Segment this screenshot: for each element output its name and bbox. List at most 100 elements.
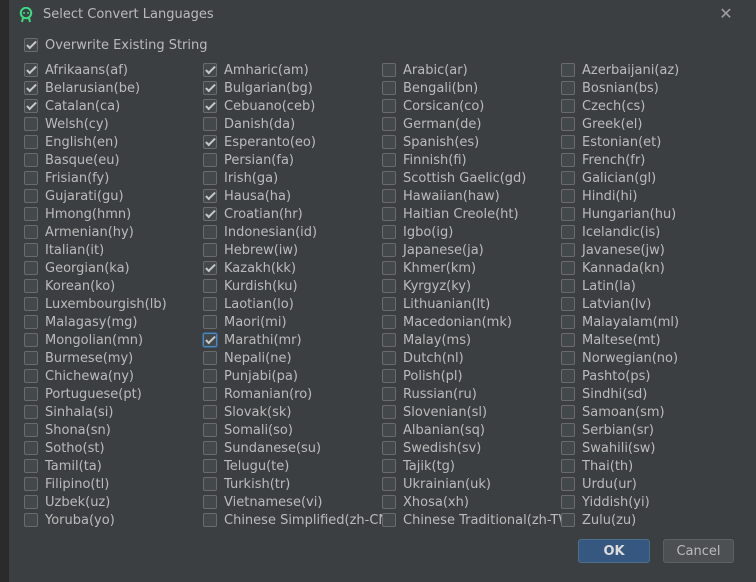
checkbox-box[interactable] [24,207,38,221]
checkbox-box[interactable] [203,441,217,455]
language-checkbox-bulgarian-bg[interactable]: Bulgarian(bg) [203,79,313,97]
checkbox-box[interactable] [561,117,575,131]
language-checkbox-hungarian-hu[interactable]: Hungarian(hu) [561,205,676,223]
language-checkbox-latvian-lv[interactable]: Latvian(lv) [561,295,651,313]
checkbox-box[interactable] [382,315,396,329]
language-checkbox-catalan-ca[interactable]: Catalan(ca) [24,97,120,115]
overwrite-existing-checkbox[interactable]: Overwrite Existing String [24,36,208,54]
checkbox-box[interactable] [561,63,575,77]
checkbox-box[interactable] [203,387,217,401]
checkbox-box[interactable] [382,333,396,347]
language-checkbox-portuguese-pt[interactable]: Portuguese(pt) [24,385,142,403]
checkbox-box[interactable] [24,315,38,329]
language-checkbox-latin-la[interactable]: Latin(la) [561,277,636,295]
checkbox-box[interactable] [561,243,575,257]
checkbox-box[interactable] [561,333,575,347]
checkbox-box[interactable] [561,207,575,221]
language-checkbox-malay-ms[interactable]: Malay(ms) [382,331,471,349]
language-checkbox-english-en[interactable]: English(en) [24,133,118,151]
checkbox-box[interactable] [203,171,217,185]
language-checkbox-maltese-mt[interactable]: Maltese(mt) [561,331,661,349]
ok-button[interactable]: OK [578,539,650,563]
language-checkbox-sindhi-sd[interactable]: Sindhi(sd) [561,385,647,403]
language-checkbox-azerbaijani-az[interactable]: Azerbaijani(az) [561,61,679,79]
language-checkbox-chinese-simplified-zh-cn[interactable]: Chinese Simplified(zh-CN) [203,511,393,529]
language-checkbox-amharic-am[interactable]: Amharic(am) [203,61,309,79]
language-checkbox-kyrgyz-ky[interactable]: Kyrgyz(ky) [382,277,471,295]
checkbox-box[interactable] [24,63,38,77]
language-checkbox-sotho-st[interactable]: Sotho(st) [24,439,105,457]
checkbox-box[interactable] [24,477,38,491]
language-checkbox-esperanto-eo[interactable]: Esperanto(eo) [203,133,316,151]
checkbox-box[interactable] [561,441,575,455]
language-checkbox-kurdish-ku[interactable]: Kurdish(ku) [203,277,298,295]
checkbox-box[interactable] [24,261,38,275]
checkbox-box[interactable] [382,207,396,221]
language-checkbox-tajik-tg[interactable]: Tajik(tg) [382,457,455,475]
checkbox-box[interactable] [561,81,575,95]
checkbox-box[interactable] [561,225,575,239]
checkbox-box[interactable] [382,63,396,77]
checkbox-box[interactable] [203,495,217,509]
language-checkbox-czech-cs[interactable]: Czech(cs) [561,97,645,115]
checkbox-box[interactable] [561,405,575,419]
checkbox-box[interactable] [24,243,38,257]
cancel-button[interactable]: Cancel [663,539,734,563]
language-checkbox-ukrainian-uk[interactable]: Ukrainian(uk) [382,475,491,493]
language-checkbox-lithuanian-lt[interactable]: Lithuanian(lt) [382,295,490,313]
language-checkbox-norwegian-no[interactable]: Norwegian(no) [561,349,678,367]
language-checkbox-kannada-kn[interactable]: Kannada(kn) [561,259,665,277]
checkbox-box[interactable] [561,495,575,509]
checkbox-box[interactable] [24,135,38,149]
checkbox-box[interactable] [203,99,217,113]
checkbox-box[interactable] [24,225,38,239]
language-checkbox-vietnamese-vi[interactable]: Vietnamese(vi) [203,493,322,511]
checkbox-box[interactable] [561,387,575,401]
checkbox-box[interactable] [203,477,217,491]
language-checkbox-mongolian-mn[interactable]: Mongolian(mn) [24,331,143,349]
checkbox-box[interactable] [382,495,396,509]
checkbox-box[interactable] [24,423,38,437]
language-checkbox-macedonian-mk[interactable]: Macedonian(mk) [382,313,512,331]
language-checkbox-nepali-ne[interactable]: Nepali(ne) [203,349,292,367]
language-checkbox-hausa-ha[interactable]: Hausa(ha) [203,187,291,205]
language-checkbox-italian-it[interactable]: Italian(it) [24,241,104,259]
checkbox-box[interactable] [203,459,217,473]
language-checkbox-somali-so[interactable]: Somali(so) [203,421,293,439]
checkbox-box[interactable] [382,225,396,239]
language-checkbox-yiddish-yi[interactable]: Yiddish(yi) [561,493,650,511]
language-checkbox-hawaiian-haw[interactable]: Hawaiian(haw) [382,187,500,205]
checkbox-box[interactable] [24,279,38,293]
language-checkbox-uzbek-uz[interactable]: Uzbek(uz) [24,493,110,511]
language-checkbox-albanian-sq[interactable]: Albanian(sq) [382,421,485,439]
checkbox-box[interactable] [203,261,217,275]
language-checkbox-serbian-sr[interactable]: Serbian(sr) [561,421,654,439]
language-checkbox-shona-sn[interactable]: Shona(sn) [24,421,111,439]
checkbox-box[interactable] [203,189,217,203]
language-checkbox-persian-fa[interactable]: Persian(fa) [203,151,294,169]
language-checkbox-indonesian-id[interactable]: Indonesian(id) [203,223,317,241]
language-checkbox-korean-ko[interactable]: Korean(ko) [24,277,115,295]
checkbox-box[interactable] [203,279,217,293]
checkbox-box[interactable] [382,189,396,203]
language-checkbox-german-de[interactable]: German(de) [382,115,481,133]
language-checkbox-hindi-hi[interactable]: Hindi(hi) [561,187,638,205]
language-checkbox-maori-mi[interactable]: Maori(mi) [203,313,287,331]
language-checkbox-samoan-sm[interactable]: Samoan(sm) [561,403,665,421]
checkbox-box[interactable] [561,423,575,437]
checkbox-box[interactable] [203,351,217,365]
checkbox-box[interactable] [203,81,217,95]
language-checkbox-hebrew-iw[interactable]: Hebrew(iw) [203,241,298,259]
checkbox-box[interactable] [382,279,396,293]
checkbox-box[interactable] [561,99,575,113]
checkbox-box[interactable] [203,315,217,329]
language-checkbox-urdu-ur[interactable]: Urdu(ur) [561,475,637,493]
checkbox-box[interactable] [382,477,396,491]
checkbox-box[interactable] [561,477,575,491]
checkbox-box[interactable] [24,387,38,401]
checkbox-box[interactable] [382,351,396,365]
checkbox-box[interactable] [203,63,217,77]
language-checkbox-telugu-te[interactable]: Telugu(te) [203,457,289,475]
language-checkbox-marathi-mr[interactable]: Marathi(mr) [203,331,302,349]
checkbox-box[interactable] [561,297,575,311]
